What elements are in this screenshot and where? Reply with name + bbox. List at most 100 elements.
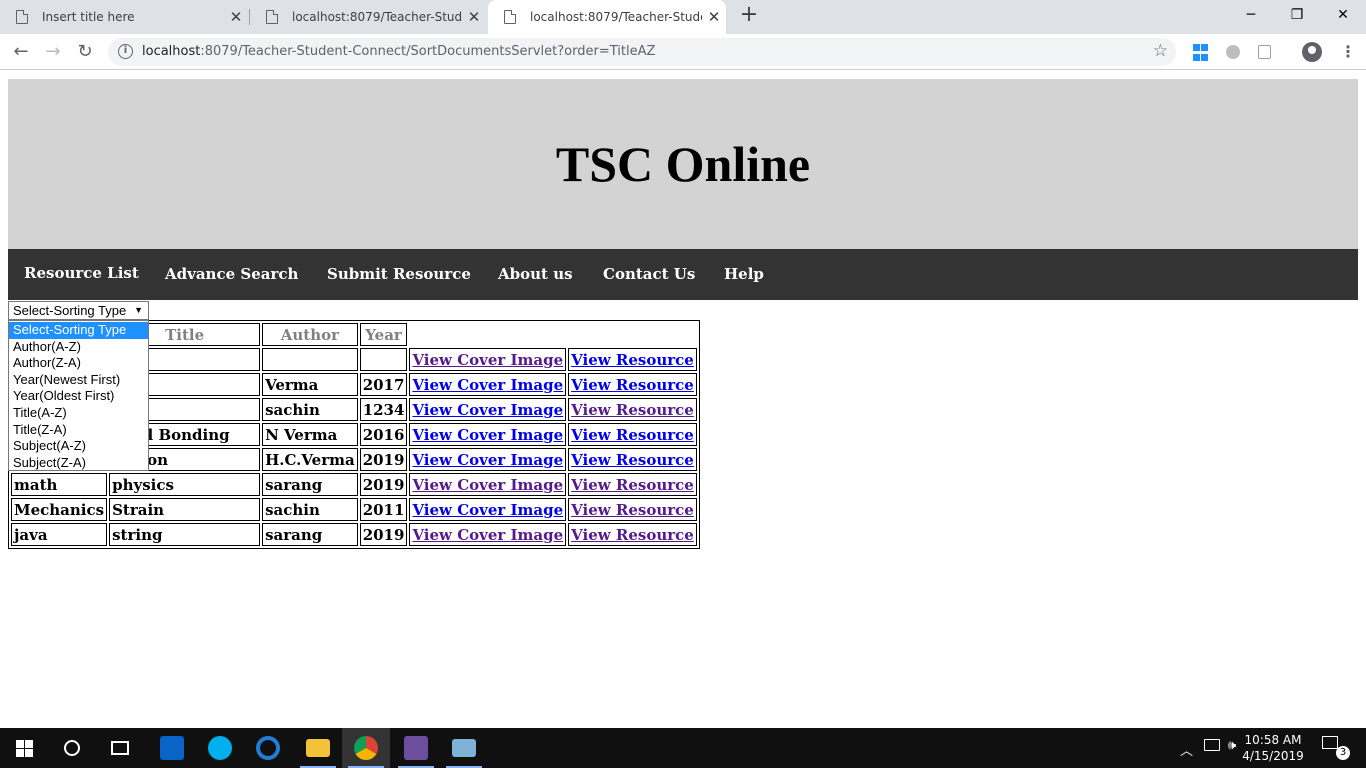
tab-title: localhost:8079/Teacher-Student-C <box>292 10 462 24</box>
nav-advance-search[interactable]: Advance Search <box>165 265 298 283</box>
view-resource-link[interactable]: View Resource <box>571 451 694 469</box>
sort-option[interactable]: Title(A-Z) <box>9 405 148 422</box>
sort-option[interactable]: Title(Z-A) <box>9 422 148 439</box>
cortana-button[interactable] <box>48 728 96 768</box>
taskbar-file-explorer[interactable] <box>294 728 342 768</box>
view-resource-link[interactable]: View Resource <box>571 401 694 419</box>
nav-resource-list[interactable]: Resource List <box>24 264 139 282</box>
cell-action: View Resource <box>568 498 697 521</box>
chrome-icon <box>354 736 378 760</box>
view-resource-link[interactable]: View Resource <box>571 351 694 369</box>
view-cover-image-link[interactable]: View Cover Image <box>412 526 563 544</box>
windows-extension-icon[interactable] <box>1193 44 1211 62</box>
cell-author: sarang <box>262 523 358 546</box>
view-cover-image-link[interactable]: View Cover Image <box>412 376 563 394</box>
view-cover-image-link[interactable]: View Cover Image <box>412 476 563 494</box>
dropdown-arrow-icon: ▼ <box>134 305 143 315</box>
url-text[interactable]: localhost:8079/Teacher-Student-Connect/S… <box>142 44 655 59</box>
taskbar-app-eclipse[interactable] <box>392 728 440 768</box>
view-resource-link[interactable]: View Resource <box>571 501 694 519</box>
view-cover-image-link[interactable]: View Cover Image <box>412 451 563 469</box>
close-tab-icon[interactable]: ✕ <box>702 8 726 26</box>
cell-year: 2019 <box>359 448 408 471</box>
taskbar-app-window[interactable] <box>440 728 488 768</box>
cell-year <box>359 348 408 371</box>
new-tab-button[interactable]: + <box>737 4 761 28</box>
header-year: Year <box>359 323 408 346</box>
sort-option[interactable]: Subject(Z-A) <box>9 455 148 472</box>
task-view-icon <box>111 741 129 755</box>
taskbar-clock[interactable]: 10:58 AM 4/15/2019 <box>1238 732 1308 764</box>
cell-action: View Cover Image <box>409 523 567 546</box>
tab-title: localhost:8079/Teacher-Student-C <box>530 10 702 24</box>
extension-circle-icon[interactable] <box>1226 45 1240 59</box>
volume-icon[interactable]: 🕪 <box>1228 738 1236 768</box>
view-resource-link[interactable]: View Resource <box>571 376 694 394</box>
network-icon[interactable] <box>1204 739 1220 753</box>
profile-avatar-icon[interactable] <box>1302 42 1322 62</box>
reload-button[interactable]: ↻ <box>72 39 98 65</box>
extension-box-icon[interactable] <box>1258 45 1271 59</box>
close-tab-icon[interactable]: ✕ <box>462 8 486 26</box>
view-cover-image-link[interactable]: View Cover Image <box>412 426 563 444</box>
close-tab-icon[interactable]: ✕ <box>224 8 248 26</box>
chevron-up-icon[interactable]: ︿ <box>1180 740 1193 768</box>
action-center-button[interactable]: 3 <box>1322 736 1350 760</box>
outlook-icon <box>160 736 184 760</box>
site-header: TSC Online <box>8 79 1358 249</box>
cell-year: 2016 <box>359 423 408 446</box>
cell-action: View Cover Image <box>409 398 567 421</box>
browser-tab-3-active[interactable]: localhost:8079/Teacher-Student-C ✕ <box>488 0 726 34</box>
close-window-button[interactable]: ✕ <box>1320 0 1366 30</box>
nav-help[interactable]: Help <box>724 265 764 283</box>
view-cover-image-link[interactable]: View Cover Image <box>412 351 563 369</box>
back-button[interactable]: ← <box>8 39 34 65</box>
sort-select[interactable]: Select-Sorting Type ▼ <box>8 301 149 320</box>
browser-tab-1[interactable]: Insert title here ✕ <box>0 0 248 34</box>
start-button[interactable] <box>0 728 48 768</box>
task-view-button[interactable] <box>96 728 144 768</box>
taskbar-skype[interactable] <box>196 728 244 768</box>
cell-action: View Cover Image <box>409 373 567 396</box>
sort-option[interactable]: Subject(A-Z) <box>9 438 148 455</box>
table-row: java string sarang 2019 View Cover Image View… <box>11 523 697 546</box>
cell-action: View Cover Image <box>409 473 567 496</box>
document-icon <box>266 10 278 24</box>
restore-button[interactable]: ❐ <box>1274 0 1320 30</box>
cell-action: View Cover Image <box>409 348 567 371</box>
cortana-circle-icon <box>64 740 80 756</box>
browser-menu-icon[interactable]: ⋮ <box>1338 42 1358 62</box>
notification-count: 3 <box>1336 746 1350 760</box>
bookmark-star-icon[interactable]: ☆ <box>1153 41 1168 61</box>
cell-year: 2011 <box>359 498 408 521</box>
sort-option[interactable]: Select-Sorting Type <box>9 322 148 339</box>
info-icon[interactable]: i <box>118 44 133 59</box>
cell-subject: java <box>11 523 108 546</box>
taskbar-edge[interactable] <box>244 728 292 768</box>
address-bar[interactable]: i localhost:8079/Teacher-Student-Connect… <box>108 38 1176 66</box>
nav-about-us[interactable]: About us <box>498 265 573 283</box>
sort-option[interactable]: Author(Z-A) <box>9 355 148 372</box>
sort-select-value: Select-Sorting Type <box>13 303 127 318</box>
view-resource-link[interactable]: View Resource <box>571 526 694 544</box>
browser-tab-2[interactable]: localhost:8079/Teacher-Student-C ✕ <box>250 0 486 34</box>
nav-submit-resource[interactable]: Submit Resource <box>327 265 471 283</box>
sort-option[interactable]: Year(Oldest First) <box>9 388 148 405</box>
tab-title: Insert title here <box>42 10 135 24</box>
view-resource-link[interactable]: View Resource <box>571 426 694 444</box>
view-resource-link[interactable]: View Resource <box>571 476 694 494</box>
forward-button[interactable]: → <box>40 39 66 65</box>
taskbar-chrome[interactable] <box>342 728 390 768</box>
clock-time: 10:58 AM <box>1244 733 1302 747</box>
minimize-button[interactable]: ─ <box>1228 0 1274 30</box>
cell-year: 2019 <box>359 473 408 496</box>
taskbar-outlook[interactable] <box>148 728 196 768</box>
folder-icon <box>306 739 330 757</box>
sort-option[interactable]: Year(Newest First) <box>9 372 148 389</box>
sort-option[interactable]: Author(A-Z) <box>9 339 148 356</box>
cell-action: View Cover Image <box>409 423 567 446</box>
view-cover-image-link[interactable]: View Cover Image <box>412 501 563 519</box>
view-cover-image-link[interactable]: View Cover Image <box>412 401 563 419</box>
nav-contact-us[interactable]: Contact Us <box>603 265 695 283</box>
cell-title: physics <box>109 473 261 496</box>
